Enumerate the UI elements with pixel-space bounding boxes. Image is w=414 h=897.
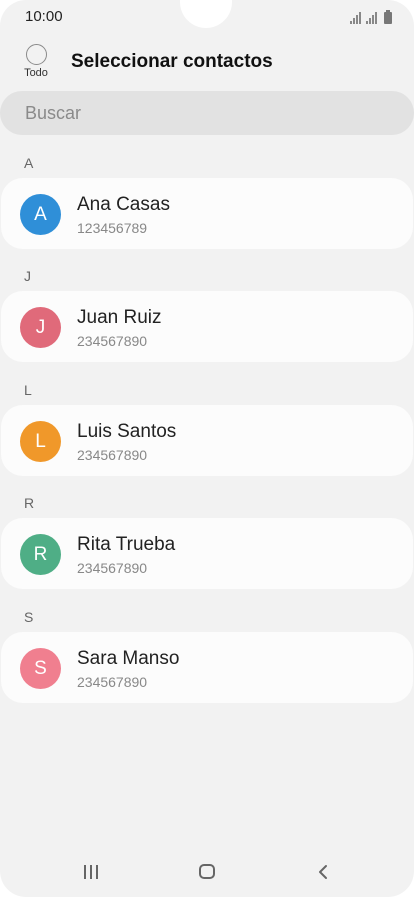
contact-name: Juan Ruiz [77, 307, 162, 328]
section-header-l: L [24, 382, 32, 398]
contact-item[interactable]: J Juan Ruiz 234567890 [1, 291, 413, 362]
battery-icon [384, 10, 392, 24]
contact-name: Rita Trueba [77, 534, 176, 555]
contact-phone: 234567890 [77, 447, 148, 463]
search-bar[interactable] [0, 91, 414, 135]
status-time: 10:00 [25, 8, 63, 25]
avatar: A [20, 194, 61, 235]
signal-icon [366, 12, 379, 24]
section-header-a: A [24, 155, 34, 171]
contact-item[interactable]: L Luis Santos 234567890 [1, 405, 413, 476]
avatar: S [20, 648, 61, 689]
section-header-j: J [24, 268, 31, 284]
contact-phone: 234567890 [77, 560, 148, 576]
contact-item[interactable]: S Sara Manso 234567890 [1, 632, 413, 703]
avatar: L [20, 421, 61, 462]
header: Todo Seleccionar contactos [0, 38, 414, 82]
select-all-label: Todo [24, 67, 48, 79]
contact-name: Luis Santos [77, 421, 177, 442]
contact-phone: 123456789 [77, 220, 148, 236]
contact-phone: 234567890 [77, 674, 148, 690]
navigation-bar [0, 850, 414, 894]
status-bar: 10:00 [0, 0, 414, 34]
contact-item[interactable]: A Ana Casas 123456789 [1, 178, 413, 249]
section-header-r: R [24, 495, 35, 511]
avatar: J [20, 307, 61, 348]
section-header-s: S [24, 609, 34, 625]
avatar: R [20, 534, 61, 575]
contact-name: Sara Manso [77, 648, 180, 669]
recents-icon[interactable] [84, 865, 100, 879]
status-icons [350, 10, 392, 24]
home-icon[interactable] [199, 864, 215, 879]
contact-picker-screen: 10:00 Todo Seleccionar contactos A A Ana… [0, 0, 414, 897]
select-all-checkbox[interactable] [25, 44, 47, 65]
select-all-toggle[interactable]: Todo [22, 44, 50, 79]
page-title: Seleccionar contactos [71, 51, 273, 72]
search-input[interactable] [0, 91, 414, 135]
back-icon[interactable] [314, 862, 332, 882]
signal-icon [350, 12, 363, 24]
contact-phone: 234567890 [77, 333, 148, 349]
contact-name: Ana Casas [77, 194, 170, 215]
contact-item[interactable]: R Rita Trueba 234567890 [1, 518, 413, 589]
